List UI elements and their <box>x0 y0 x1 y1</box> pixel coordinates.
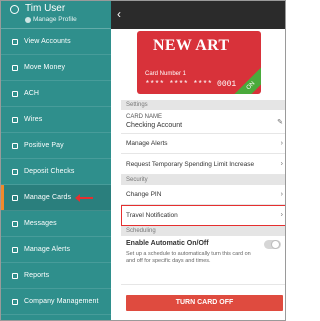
sidebar-item-messages[interactable]: Messages <box>1 211 111 237</box>
check-icon <box>12 168 18 175</box>
card-name-label: CARD NAME <box>126 114 163 120</box>
edit-pencil-icon[interactable]: ✎ <box>277 118 283 126</box>
card-number-label: Card Number 1 <box>145 71 187 77</box>
auto-toggle-description: Set up a schedule to automatically turn … <box>126 251 251 264</box>
top-bar: ‹ <box>111 1 285 29</box>
ach-icon <box>12 90 18 97</box>
card-art-text: NEW ART <box>153 37 230 54</box>
sidebar-item-label: Messages <box>24 220 57 227</box>
sidebar-item-manage-cards[interactable]: Manage Cards <box>1 185 111 211</box>
sidebar-item-label: Move Money <box>24 64 66 71</box>
sidebar-item-view-accounts[interactable]: View Accounts <box>1 29 111 55</box>
chevron-right-icon: › <box>280 160 283 168</box>
manage-profile-link[interactable]: Manage Profile <box>25 16 77 23</box>
card-preview-area: NEW ART Card Number 1 **** **** **** 000… <box>121 29 285 100</box>
sidebar-item-label: Manage Alerts <box>24 246 71 253</box>
auto-on-off-row: Enable Automatic On/Off Set up a schedul… <box>121 236 285 285</box>
annotation-arrow-icon <box>75 194 93 202</box>
sidebar-item-label: Deposit Checks <box>24 168 75 175</box>
manage-alerts-row[interactable]: Manage Alerts › <box>121 134 285 154</box>
sidebar-item-wires[interactable]: Wires <box>1 107 111 133</box>
card-detail-panel: NEW ART Card Number 1 **** **** **** 000… <box>121 29 285 320</box>
card-number: **** **** **** 0001 <box>145 80 237 89</box>
report-icon <box>12 272 18 279</box>
turn-card-off-button[interactable]: TURN CARD OFF <box>126 295 283 311</box>
card-image: NEW ART Card Number 1 **** **** **** 000… <box>137 31 261 94</box>
sidebar-item-move-money[interactable]: Move Money <box>1 55 111 81</box>
wire-icon <box>12 116 18 123</box>
card-status-badge: ON <box>232 67 261 94</box>
settings-section-header: Settings <box>121 100 285 110</box>
spending-limit-label: Request Temporary Spending Limit Increas… <box>126 161 255 168</box>
card-name-row[interactable]: CARD NAME Checking Account ✎ <box>121 110 285 134</box>
toggle-knob <box>271 240 280 249</box>
sidebar-item-label: Company Management <box>24 298 99 305</box>
transfer-icon <box>12 64 18 71</box>
chevron-right-icon: › <box>280 190 283 198</box>
sidebar-item-label: Manage Cards <box>24 194 72 201</box>
sidebar-item-positive-pay[interactable]: Positive Pay <box>1 133 111 159</box>
user-avatar-icon <box>10 5 19 14</box>
alert-icon <box>12 246 18 253</box>
shield-icon <box>12 142 18 149</box>
spending-limit-row[interactable]: Request Temporary Spending Limit Increas… <box>121 154 285 175</box>
bank-icon <box>12 38 18 45</box>
sidebar-item-deposit-checks[interactable]: Deposit Checks <box>1 159 111 185</box>
sidebar-item-label: ACH <box>24 90 40 97</box>
sidebar-item-reports[interactable]: Reports <box>1 263 111 289</box>
sidebar-nav: View Accounts Move Money ACH Wires Posit… <box>1 29 111 315</box>
chevron-right-icon: › <box>280 211 283 219</box>
security-section-header: Security <box>121 175 285 185</box>
travel-notification-label: Travel Notification <box>126 212 178 219</box>
profile-icon <box>25 16 31 23</box>
user-name: Tim User <box>25 3 66 14</box>
app-frame: Tim User Manage Profile View Accounts Mo… <box>0 0 286 321</box>
user-header[interactable]: Tim User Manage Profile <box>1 1 111 29</box>
scheduling-section-header: Scheduling <box>121 226 285 236</box>
back-icon[interactable]: ‹ <box>117 7 121 21</box>
card-name-value: Checking Account <box>126 122 183 129</box>
manage-profile-label: Manage Profile <box>33 16 77 23</box>
travel-notification-row[interactable]: Travel Notification › <box>121 205 285 226</box>
sidebar: Tim User Manage Profile View Accounts Mo… <box>1 1 111 320</box>
company-icon <box>12 298 18 305</box>
sidebar-item-label: View Accounts <box>24 38 71 45</box>
change-pin-row[interactable]: Change PIN › <box>121 185 285 205</box>
auto-on-off-toggle[interactable] <box>264 240 281 249</box>
chevron-right-icon: › <box>280 139 283 147</box>
auto-toggle-label: Enable Automatic On/Off <box>126 240 209 247</box>
sidebar-item-label: Positive Pay <box>24 142 64 149</box>
manage-alerts-label: Manage Alerts <box>126 140 168 147</box>
sidebar-item-ach[interactable]: ACH <box>1 81 111 107</box>
sidebar-item-manage-alerts[interactable]: Manage Alerts <box>1 237 111 263</box>
sidebar-item-company-management[interactable]: Company Management <box>1 289 111 315</box>
message-icon <box>12 220 18 227</box>
sidebar-item-label: Wires <box>24 116 43 123</box>
change-pin-label: Change PIN <box>126 191 162 198</box>
sidebar-item-label: Reports <box>24 272 50 279</box>
card-icon <box>12 194 18 201</box>
